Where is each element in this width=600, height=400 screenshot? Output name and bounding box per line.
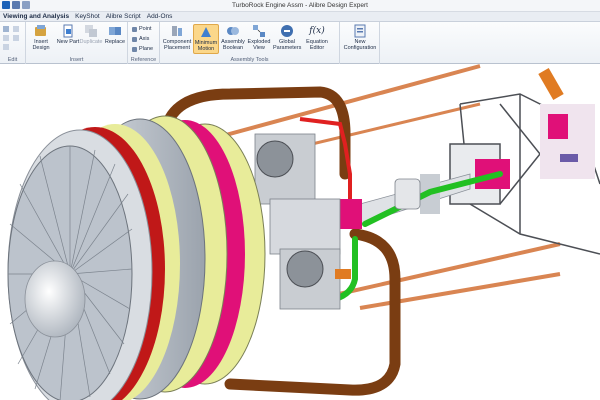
duplicate-button[interactable]: Duplicate — [78, 24, 104, 54]
replace-button[interactable]: Replace — [102, 24, 128, 54]
duplicate-icon — [85, 25, 97, 37]
menu-tabs: Viewing and Analysis KeyShot Alibre Scri… — [0, 12, 600, 22]
global-parameters-button[interactable]: Global Parameters — [273, 24, 301, 54]
global-parameters-icon — [281, 25, 293, 37]
group-label-edit: Edit — [7, 57, 18, 63]
point-button[interactable]: Point — [132, 25, 152, 33]
assembly-boolean-icon — [227, 27, 239, 35]
tab-viewing-and-analysis[interactable]: Viewing and Analysis — [3, 13, 69, 20]
component-placement-icon — [172, 26, 182, 36]
insert-design-button[interactable]: Insert Design — [28, 24, 54, 54]
edit-tools-icon[interactable] — [2, 25, 24, 51]
turbo-pumps[interactable] — [254, 133, 351, 310]
magenta-junction[interactable] — [340, 199, 362, 229]
window-title: TurboRock Engine Assm - Alibre Design Ex… — [232, 2, 368, 9]
axis-button[interactable]: Axis — [132, 35, 149, 43]
ribbon-group-reference: Point Axis Plane Reference — [128, 22, 160, 64]
front-fan[interactable] — [7, 145, 133, 400]
plane-button[interactable]: Plane — [132, 45, 153, 53]
new-configuration-icon — [354, 24, 366, 38]
axis-icon — [132, 36, 137, 42]
plane-icon — [132, 46, 137, 52]
tab-add-ons[interactable]: Add-Ons — [147, 13, 173, 20]
equation-editor-button[interactable]: f(x) Equation Editor — [303, 24, 331, 54]
engine-assembly-model[interactable] — [0, 64, 600, 400]
title-bar: TurboRock Engine Assm - Alibre Design Ex… — [0, 0, 600, 12]
tab-keyshot[interactable]: KeyShot — [75, 13, 100, 20]
replace-icon — [109, 27, 121, 35]
tab-alibre-script[interactable]: Alibre Script — [106, 13, 141, 20]
insert-design-icon — [35, 25, 46, 36]
minimum-motion-button[interactable]: Minimum Motion — [193, 24, 219, 54]
minimum-motion-icon — [201, 27, 211, 37]
3d-viewport[interactable] — [0, 64, 600, 400]
ribbon: Edit Insert Design New Part Duplicate Re… — [0, 22, 600, 64]
component-placement-button[interactable]: Component Placement — [162, 24, 192, 54]
exploded-view-button[interactable]: Exploded View — [247, 24, 271, 54]
ribbon-group-configuration: New Configuration — [340, 22, 380, 64]
equation-editor-icon: f(x) — [309, 26, 325, 36]
spinner-hub[interactable] — [24, 260, 86, 338]
new-configuration-button[interactable]: New Configuration — [343, 24, 377, 54]
point-icon — [132, 26, 137, 32]
ribbon-group-assembly-tools: Component Placement Minimum Motion Assem… — [160, 22, 340, 64]
new-part-icon — [63, 24, 73, 38]
exploded-view-icon — [253, 25, 265, 37]
ribbon-group-insert: Insert Design New Part Duplicate Replace… — [26, 22, 128, 64]
assembly-boolean-button[interactable]: Assembly Boolean — [220, 24, 246, 54]
group-label-assembly-tools: Assembly Tools — [230, 57, 269, 63]
group-label-insert: Insert — [69, 57, 84, 63]
group-label-reference: Reference — [130, 57, 157, 63]
ribbon-group-edit: Edit — [0, 22, 26, 64]
